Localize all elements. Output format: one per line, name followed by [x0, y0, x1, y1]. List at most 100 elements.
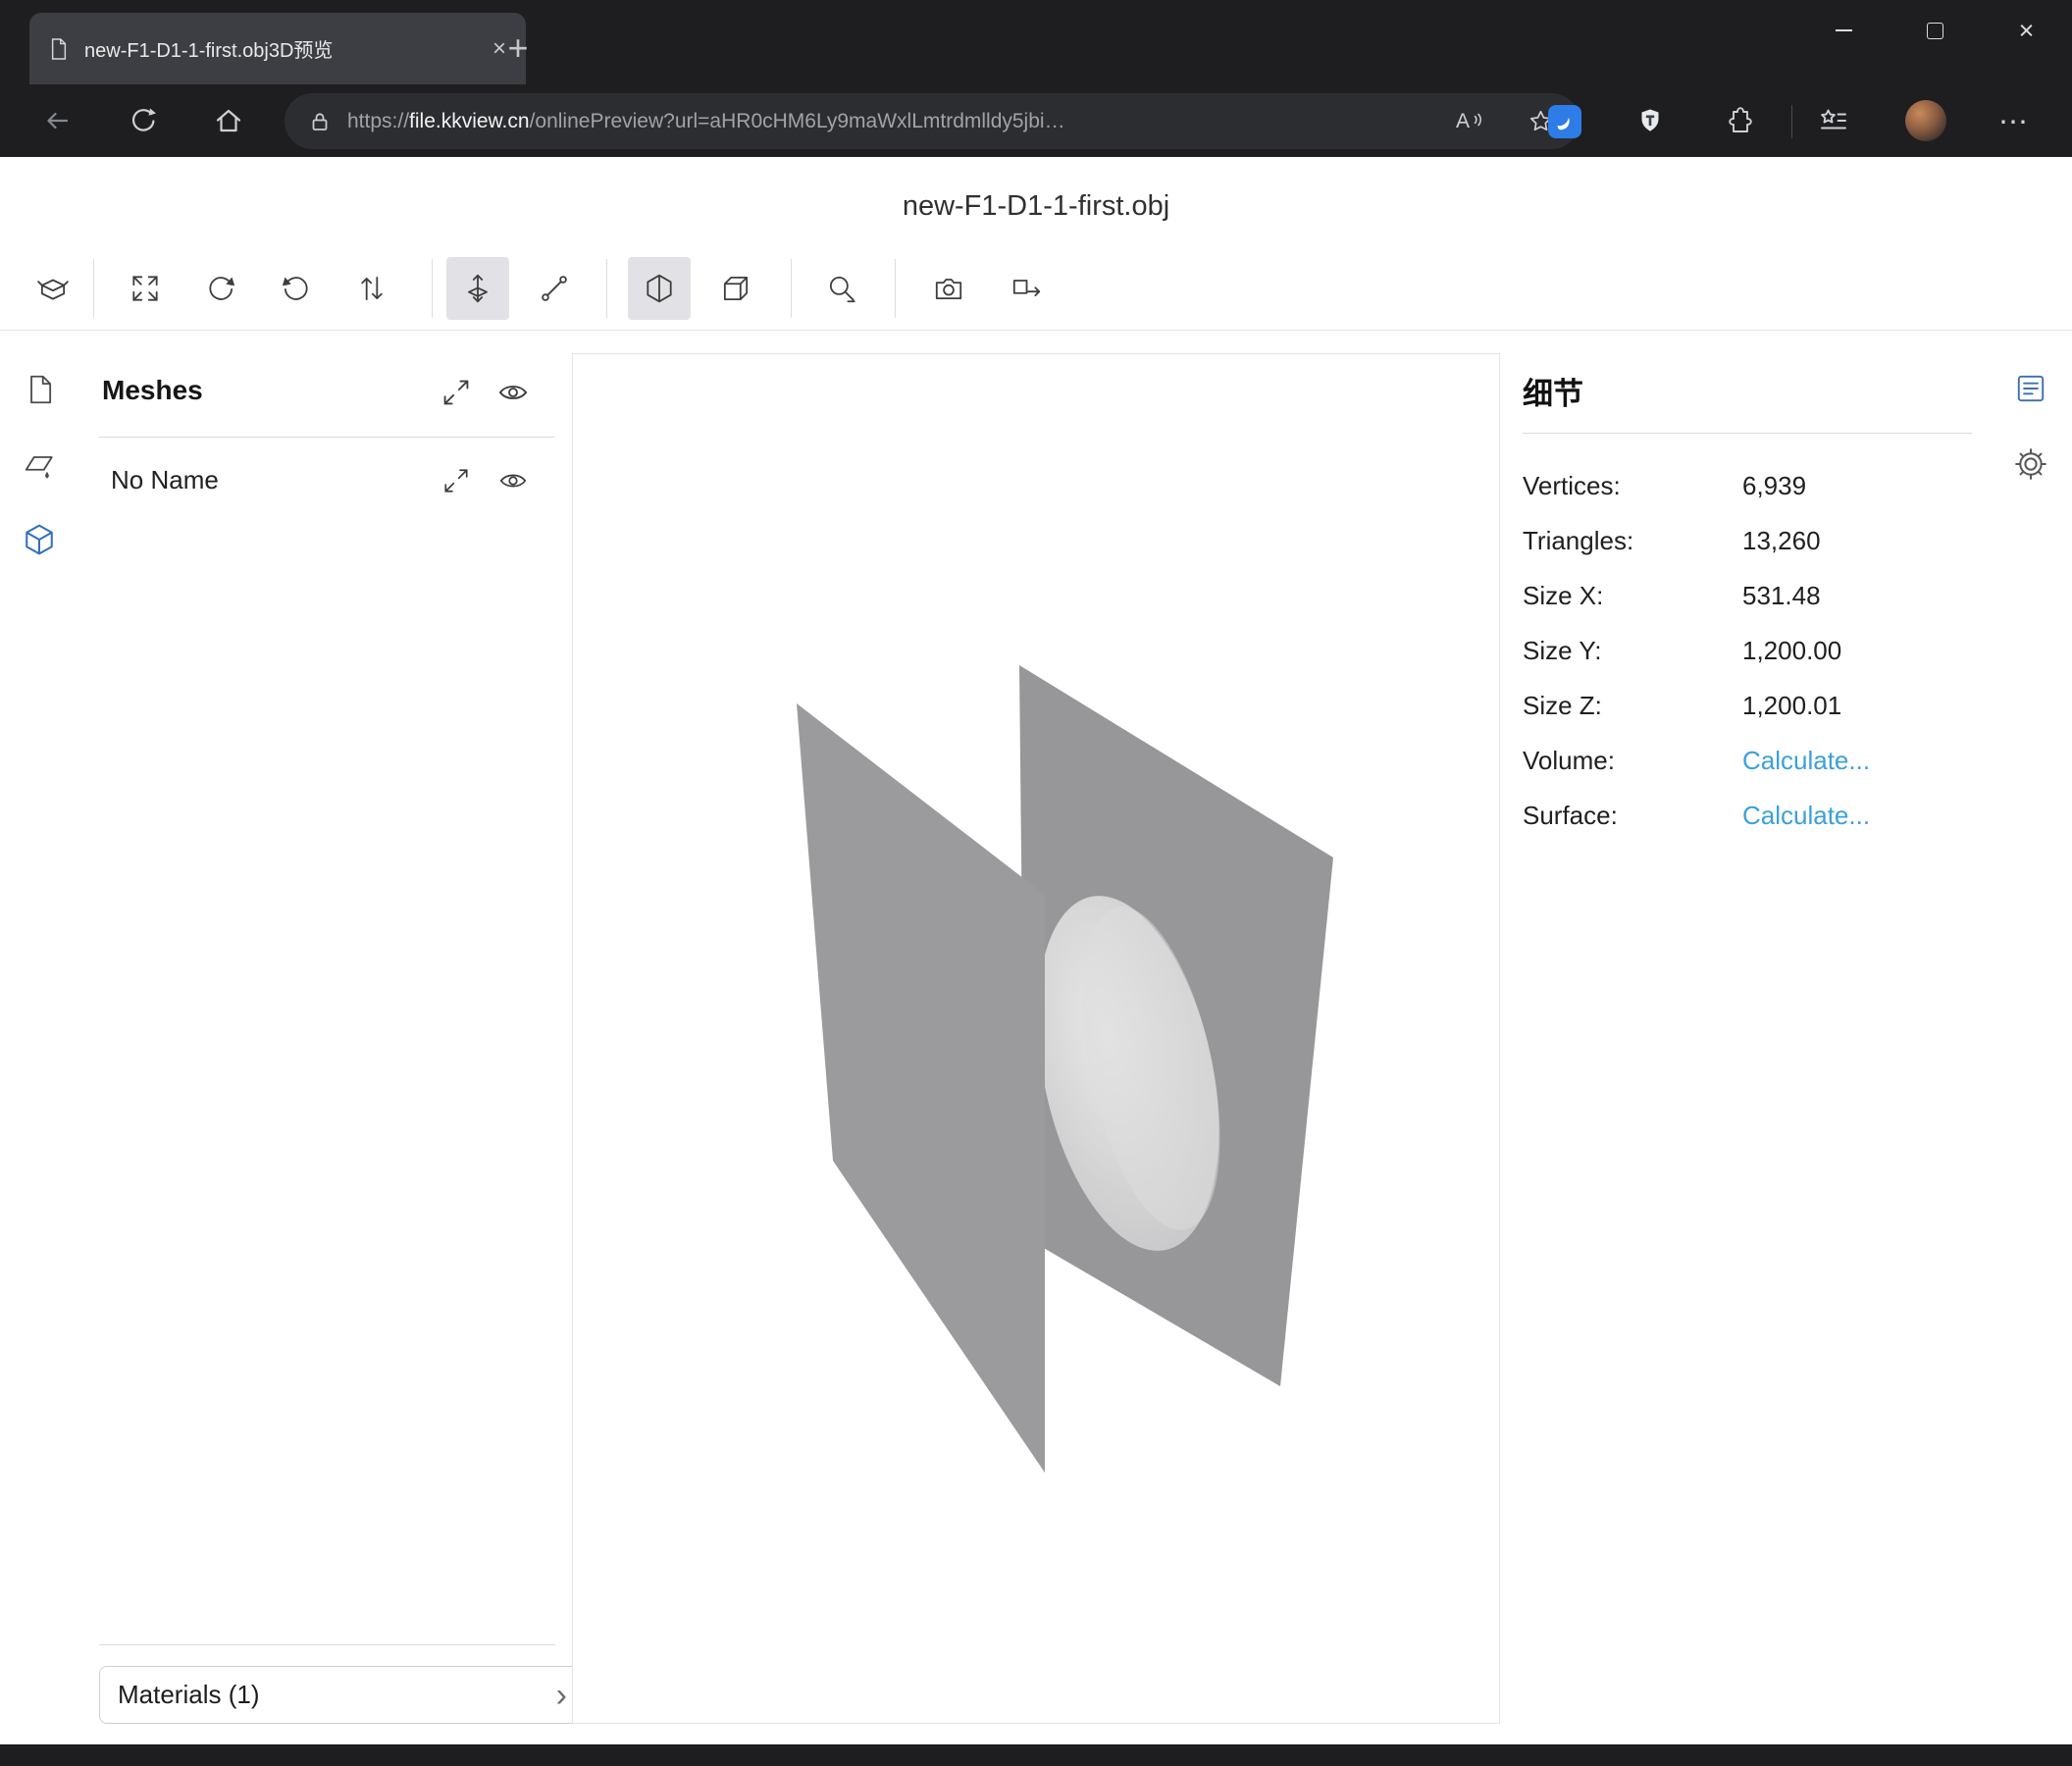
- toolbar-separator: [606, 259, 607, 318]
- meshes-visibility-button[interactable]: [496, 376, 530, 409]
- window-bottom-edge: [0, 1744, 2072, 1766]
- mesh-item-name[interactable]: No Name: [111, 465, 219, 495]
- meshes-fit-button[interactable]: [440, 376, 473, 409]
- expand-arrows-icon: [129, 272, 162, 305]
- expand-icon: [440, 377, 472, 408]
- model-viewport[interactable]: [572, 353, 1500, 1724]
- fit-view-button[interactable]: [114, 257, 177, 320]
- orthographic-view-button[interactable]: [704, 257, 767, 320]
- back-button[interactable]: [40, 104, 74, 137]
- extension-blue-icon: [1548, 105, 1581, 138]
- camera-icon: [932, 272, 965, 305]
- toolbar-separator: [895, 259, 896, 318]
- read-aloud-letter: A: [1456, 110, 1470, 133]
- split-cube-icon: [643, 272, 676, 305]
- materials-divider: [99, 1644, 555, 1645]
- row-label: Triangles:: [1523, 526, 1633, 556]
- details-panel-toggle-button[interactable]: [2013, 371, 2048, 406]
- tab-page-icon: [49, 37, 69, 61]
- materials-button-label: Materials (1): [118, 1680, 259, 1710]
- file-icon: [23, 373, 56, 406]
- close-icon: ×: [2019, 18, 2035, 44]
- wireframe-cube-icon: [719, 272, 752, 305]
- eye-icon: [497, 377, 529, 408]
- cube-3d-icon: [23, 523, 56, 556]
- toolbar-separator: [791, 259, 792, 318]
- details-row-size-x: Size X: 531.48: [1523, 567, 1974, 622]
- row-label: Size Y:: [1523, 636, 1601, 666]
- eye-icon: [498, 466, 528, 495]
- row-value: 1,200.01: [1742, 691, 1841, 721]
- browser-window: new-F1-D1-1-first.obj3D预览 × + ×: [0, 0, 2072, 1766]
- row-value: 6,939: [1742, 471, 1806, 501]
- extension-blue-button[interactable]: [1543, 100, 1586, 143]
- details-row-triangles: Triangles: 13,260: [1523, 512, 1974, 567]
- details-row-size-z: Size Z: 1,200.01: [1523, 677, 1974, 732]
- details-row-vertices: Vertices: 6,939: [1523, 457, 1974, 512]
- measure-line-button[interactable]: [523, 257, 586, 320]
- rail-file-button[interactable]: [22, 372, 57, 407]
- profile-avatar[interactable]: [1905, 100, 1946, 141]
- gear-icon: [2013, 446, 2048, 482]
- row-value: 13,260: [1742, 526, 1821, 556]
- maximize-button[interactable]: [1890, 0, 1981, 61]
- meshes-panel-header: Meshes: [102, 375, 203, 406]
- settings-button[interactable]: [2013, 446, 2048, 482]
- export-arrow-icon: [1010, 272, 1043, 305]
- url-path: /onlinePreview?url=aHR0cHM6Ly9maWxlLmtrd…: [530, 110, 1065, 132]
- move-axis-button[interactable]: [446, 257, 509, 320]
- minimize-button[interactable]: [1798, 0, 1890, 61]
- rotate-left-button[interactable]: [189, 257, 252, 320]
- extensions-button[interactable]: [1717, 100, 1760, 143]
- rail-meshes-button[interactable]: [22, 522, 57, 557]
- screenshot-button[interactable]: [917, 257, 980, 320]
- rail-materials-button[interactable]: [22, 447, 57, 483]
- favorites-hub-button[interactable]: [1812, 100, 1855, 143]
- open-box-icon: [36, 272, 70, 305]
- new-tab-button[interactable]: +: [495, 26, 541, 71]
- measure-tool-button[interactable]: [810, 257, 873, 320]
- home-button[interactable]: [212, 104, 245, 137]
- read-aloud-button[interactable]: A: [1456, 110, 1484, 133]
- rotate-left-icon: [204, 272, 237, 305]
- rotate-right-button[interactable]: [265, 257, 328, 320]
- mesh-item-fit-button[interactable]: [440, 464, 473, 497]
- details-row-volume: Volume: Calculate...: [1523, 732, 1974, 787]
- url-host: file.kkview.cn: [409, 110, 530, 132]
- shield-t-icon: [1635, 106, 1665, 137]
- calculate-surface-link[interactable]: Calculate...: [1742, 801, 1870, 831]
- move-axis-icon: [461, 272, 494, 305]
- materials-button[interactable]: Materials (1) ›: [99, 1666, 584, 1724]
- minimize-icon: [1836, 29, 1852, 31]
- extension-shield-button[interactable]: [1629, 100, 1672, 143]
- row-label: Vertices:: [1523, 471, 1621, 501]
- browser-menu-button[interactable]: ⋯: [1992, 100, 2035, 143]
- details-header-divider: [1523, 433, 1972, 434]
- details-row-surface: Surface: Calculate...: [1523, 787, 1974, 842]
- details-panel-header: 细节: [1523, 369, 1583, 413]
- rotate-right-icon: [280, 272, 313, 305]
- export-model-button[interactable]: [995, 257, 1058, 320]
- model-render: [573, 354, 1499, 1723]
- flip-vertical-button[interactable]: [340, 257, 403, 320]
- meshes-header-divider: [99, 437, 555, 438]
- perspective-view-button[interactable]: [628, 257, 691, 320]
- mesh-item-visibility-button[interactable]: [496, 464, 530, 497]
- sound-waves-icon: [1473, 110, 1484, 130]
- tab-title: new-F1-D1-1-first.obj3D预览: [84, 34, 477, 63]
- row-value: 1,200.00: [1742, 636, 1841, 666]
- open-model-button[interactable]: [22, 257, 84, 320]
- close-button[interactable]: ×: [1981, 0, 2072, 61]
- url-text: https://file.kkview.cn/onlinePreview?url…: [347, 110, 1065, 133]
- address-bar[interactable]: https://file.kkview.cn/onlinePreview?url…: [285, 93, 1580, 149]
- maximize-icon: [1927, 23, 1943, 39]
- nav-separator: [1791, 105, 1792, 138]
- refresh-button[interactable]: [127, 104, 160, 137]
- browser-tab[interactable]: new-F1-D1-1-first.obj3D预览 ×: [29, 13, 526, 84]
- puzzle-icon: [1723, 106, 1754, 137]
- bird-swoosh-icon: [1554, 111, 1576, 132]
- calculate-volume-link[interactable]: Calculate...: [1742, 746, 1870, 776]
- row-label: Volume:: [1523, 746, 1615, 776]
- row-label: Size Z:: [1523, 691, 1602, 721]
- chevron-right-icon: ›: [556, 1679, 567, 1712]
